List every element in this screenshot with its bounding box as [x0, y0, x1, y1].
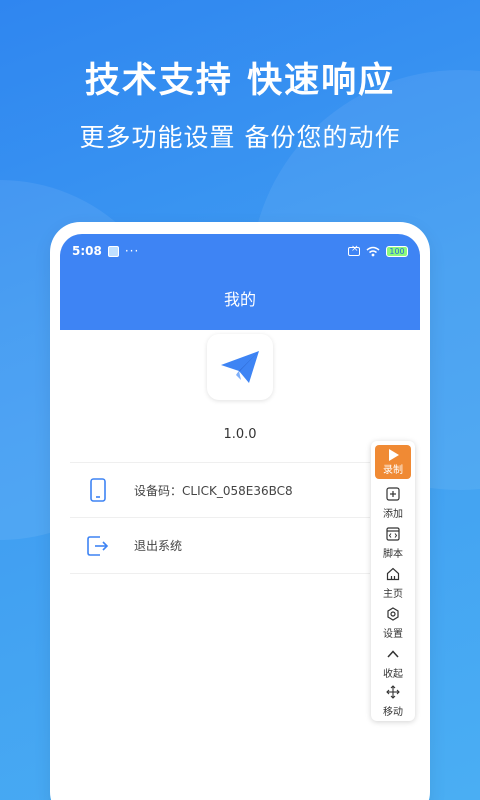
- floating-toolbar: 录制 添加 脚本 主页 设置 收起 移动: [371, 441, 415, 721]
- more-notifications-icon: ···: [124, 244, 140, 258]
- app-version: 1.0.0: [223, 427, 257, 442]
- code-file-icon: [386, 525, 400, 543]
- page-title: 我的: [223, 290, 256, 309]
- settings-label: 设置: [383, 629, 403, 640]
- add-icon: [386, 485, 400, 503]
- promo-subheadline: 更多功能设置 备份您的动作: [79, 123, 401, 152]
- promo-headline: 技术支持 快速响应: [84, 61, 396, 101]
- chevron-up-icon: [386, 645, 400, 663]
- record-label: 录制: [383, 464, 403, 476]
- gear-icon: [386, 605, 400, 623]
- device-code-item[interactable]: 设备码：CLICK_058E36BC8: [70, 462, 370, 518]
- logout-label: 退出系统: [134, 539, 183, 553]
- phone-icon: [78, 470, 118, 510]
- script-label: 脚本: [383, 549, 403, 560]
- script-button[interactable]: 脚本: [374, 525, 412, 563]
- settings-button[interactable]: 设置: [374, 605, 412, 643]
- add-button[interactable]: 添加: [374, 485, 412, 523]
- home-button[interactable]: 主页: [374, 565, 412, 603]
- collapse-label: 收起: [383, 669, 403, 680]
- home-icon: [386, 565, 400, 583]
- app-header: 5:08 ··· 100 我的: [60, 234, 420, 330]
- add-label: 添加: [383, 509, 403, 520]
- status-bar: 5:08 ··· 100: [72, 242, 408, 260]
- move-handle[interactable]: 移动: [374, 683, 412, 721]
- app-logo: [207, 334, 273, 400]
- move-label: 移动: [383, 707, 403, 718]
- move-icon: [386, 683, 400, 701]
- wifi-icon: [366, 246, 380, 256]
- home-label: 主页: [383, 589, 403, 600]
- logout-icon: [78, 526, 118, 566]
- collapse-button[interactable]: 收起: [374, 645, 412, 683]
- device-code-label: 设备码：CLICK_058E36BC8: [134, 483, 293, 498]
- no-sim-icon: [348, 244, 360, 256]
- notification-icon: [107, 245, 119, 257]
- status-indicators: 100: [348, 244, 408, 257]
- record-button[interactable]: 录制: [375, 445, 411, 479]
- battery-icon: 100: [386, 245, 408, 257]
- logout-item[interactable]: 退出系统: [70, 518, 370, 574]
- status-time: 5:08: [72, 244, 102, 258]
- play-icon: [388, 448, 399, 461]
- paper-plane-icon: [221, 351, 259, 383]
